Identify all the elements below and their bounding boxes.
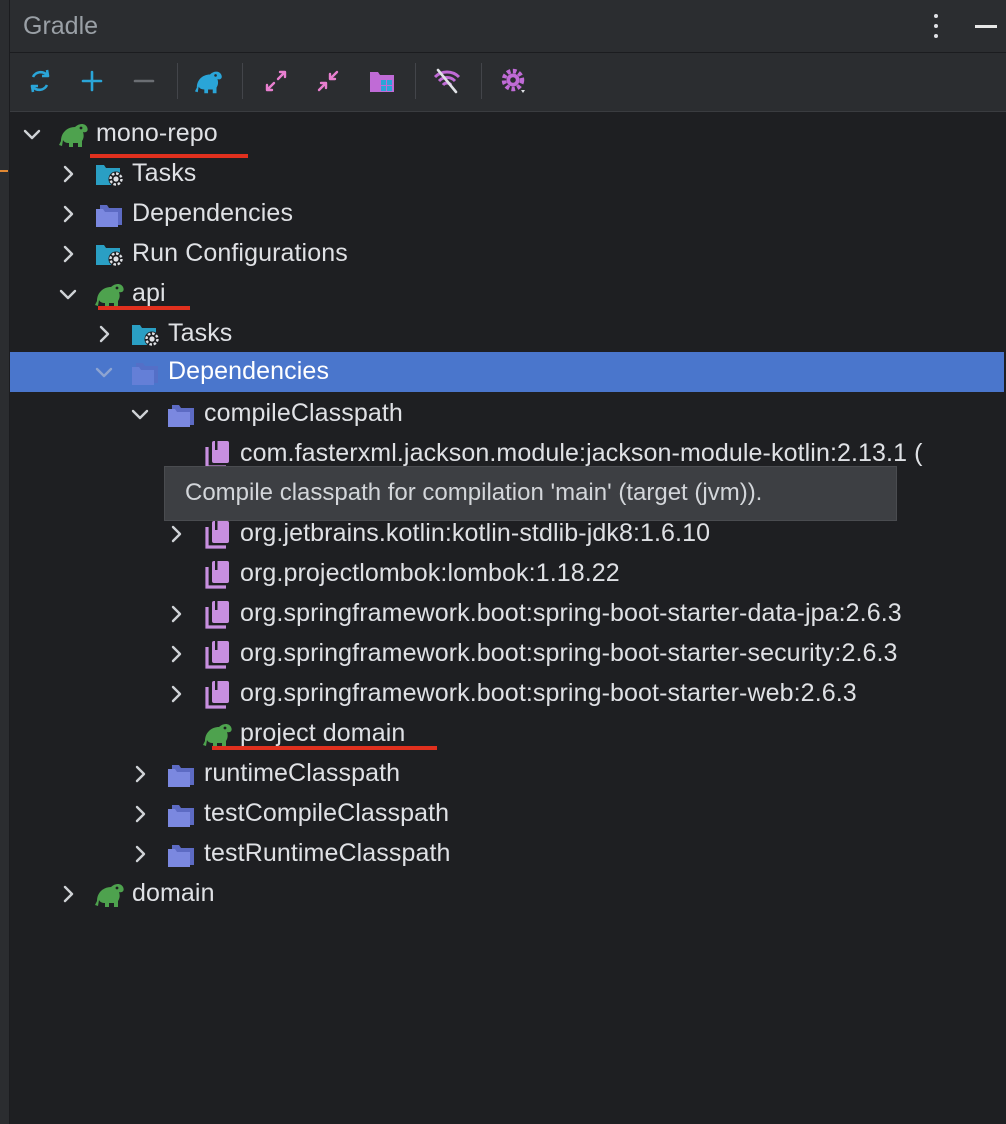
library-icon	[202, 519, 234, 549]
dependencies-folder-icon	[130, 357, 162, 387]
chevron-right-icon[interactable]	[164, 522, 188, 546]
hover-tooltip: Compile classpath for compilation 'main'…	[164, 466, 897, 521]
run-config-folder-icon	[94, 239, 126, 269]
node-label[interactable]: Tasks	[168, 319, 232, 348]
gradle-toolbar	[10, 53, 1006, 112]
dependencies-folder-icon	[94, 199, 126, 229]
tree-node-api-dependencies[interactable]: Dependencies	[10, 352, 1004, 392]
tree-node-test-compile-classpath[interactable]: testCompileClasspath	[10, 794, 1004, 834]
node-label[interactable]: runtimeClasspath	[204, 759, 400, 788]
chevron-right-icon[interactable]	[164, 642, 188, 666]
tree-node-tasks[interactable]: Tasks	[10, 154, 1004, 194]
node-label[interactable]: api	[132, 279, 166, 308]
configuration-folder-icon	[166, 799, 198, 829]
node-label[interactable]: org.jetbrains.kotlin:kotlin-stdlib-jdk8:…	[240, 519, 710, 548]
node-label[interactable]: org.springframework.boot:spring-boot-sta…	[240, 639, 898, 668]
node-label[interactable]: project domain	[240, 719, 405, 748]
toolbar-separator	[242, 63, 243, 99]
node-label[interactable]: Dependencies	[168, 357, 329, 386]
tree-node-library[interactable]: org.springframework.boot:spring-boot-sta…	[10, 594, 1004, 634]
tree-node-domain[interactable]: domain	[10, 874, 1004, 914]
node-label[interactable]: testCompileClasspath	[204, 799, 449, 828]
configuration-folder-icon	[166, 839, 198, 869]
tree-node-library[interactable]: org.projectlombok:lombok:1.18.22	[10, 554, 1004, 594]
gradle-project-icon	[94, 279, 126, 309]
node-label[interactable]: org.projectlombok:lombok:1.18.22	[240, 559, 620, 588]
tree-node-project-domain[interactable]: project domain	[10, 714, 1004, 754]
tree-node-dependencies[interactable]: Dependencies	[10, 194, 1004, 234]
panel-header: Gradle	[10, 0, 1006, 53]
tree-node-compile-classpath[interactable]: compileClasspath	[10, 394, 1004, 434]
add-icon[interactable]	[72, 61, 112, 101]
tree-node-library[interactable]: org.springframework.boot:spring-boot-sta…	[10, 634, 1004, 674]
offline-mode-icon[interactable]	[427, 61, 467, 101]
node-label[interactable]: Run Configurations	[132, 239, 348, 268]
library-icon	[202, 599, 234, 629]
settings-icon[interactable]	[494, 61, 534, 101]
tasks-folder-icon	[94, 159, 126, 189]
library-icon	[202, 559, 234, 589]
tree-node-run-configurations[interactable]: Run Configurations	[10, 234, 1004, 274]
chevron-right-icon[interactable]	[164, 682, 188, 706]
chevron-right-icon[interactable]	[164, 602, 188, 626]
node-label[interactable]: org.springframework.boot:spring-boot-sta…	[240, 679, 857, 708]
chevron-down-icon[interactable]	[20, 122, 44, 146]
node-label[interactable]: compileClasspath	[204, 399, 403, 428]
chevron-down-icon[interactable]	[128, 402, 152, 426]
chevron-right-icon[interactable]	[128, 802, 152, 826]
left-tool-strip	[0, 0, 10, 1124]
chevron-right-icon[interactable]	[56, 242, 80, 266]
gradle-project-icon	[94, 879, 126, 909]
node-label[interactable]: testRuntimeClasspath	[204, 839, 451, 868]
tree-node-mono-repo[interactable]: mono-repo	[10, 114, 1004, 154]
chevron-right-icon[interactable]	[128, 842, 152, 866]
panel-title: Gradle	[23, 12, 99, 40]
tree-node-api-tasks[interactable]: Tasks	[10, 314, 1004, 354]
tasks-folder-icon	[130, 319, 162, 349]
chevron-right-icon[interactable]	[92, 322, 116, 346]
collapse-all-icon[interactable]	[308, 61, 348, 101]
node-label[interactable]: com.fasterxml.jackson.module:jackson-mod…	[240, 439, 923, 468]
annotation-underline	[212, 746, 437, 750]
expand-all-icon[interactable]	[256, 61, 296, 101]
configuration-folder-icon	[166, 399, 198, 429]
chevron-right-icon[interactable]	[56, 162, 80, 186]
project-tree: mono-repo Tasks Dependencies Run Configu…	[10, 114, 1006, 1124]
library-icon	[202, 439, 234, 469]
node-label[interactable]: org.springframework.boot:spring-boot-sta…	[240, 599, 902, 628]
gradle-project-icon	[58, 119, 90, 149]
node-label[interactable]: domain	[132, 879, 215, 908]
chevron-right-icon[interactable]	[128, 762, 152, 786]
node-label[interactable]: Tasks	[132, 159, 196, 188]
gradle-project-icon	[202, 719, 234, 749]
chevron-down-icon[interactable]	[56, 282, 80, 306]
library-icon	[202, 639, 234, 669]
more-options-icon[interactable]	[928, 13, 944, 39]
chevron-right-icon[interactable]	[56, 882, 80, 906]
configuration-folder-icon	[166, 759, 198, 789]
left-edge-marker	[0, 170, 8, 172]
minimize-icon[interactable]	[968, 14, 1002, 40]
node-label[interactable]: mono-repo	[96, 119, 218, 148]
module-group-icon[interactable]	[362, 61, 402, 101]
remove-icon[interactable]	[124, 61, 164, 101]
tree-node-runtime-classpath[interactable]: runtimeClasspath	[10, 754, 1004, 794]
reload-all-icon[interactable]	[20, 61, 60, 101]
toolbar-separator	[415, 63, 416, 99]
chevron-down-icon[interactable]	[92, 360, 116, 384]
chevron-right-icon[interactable]	[56, 202, 80, 226]
node-label[interactable]: Dependencies	[132, 199, 293, 228]
annotation-underline	[98, 306, 190, 310]
gradle-elephant-icon[interactable]	[189, 61, 229, 101]
tree-node-test-runtime-classpath[interactable]: testRuntimeClasspath	[10, 834, 1004, 874]
toolbar-separator	[481, 63, 482, 99]
toolbar-separator	[177, 63, 178, 99]
tree-node-library[interactable]: org.springframework.boot:spring-boot-sta…	[10, 674, 1004, 714]
library-icon	[202, 679, 234, 709]
